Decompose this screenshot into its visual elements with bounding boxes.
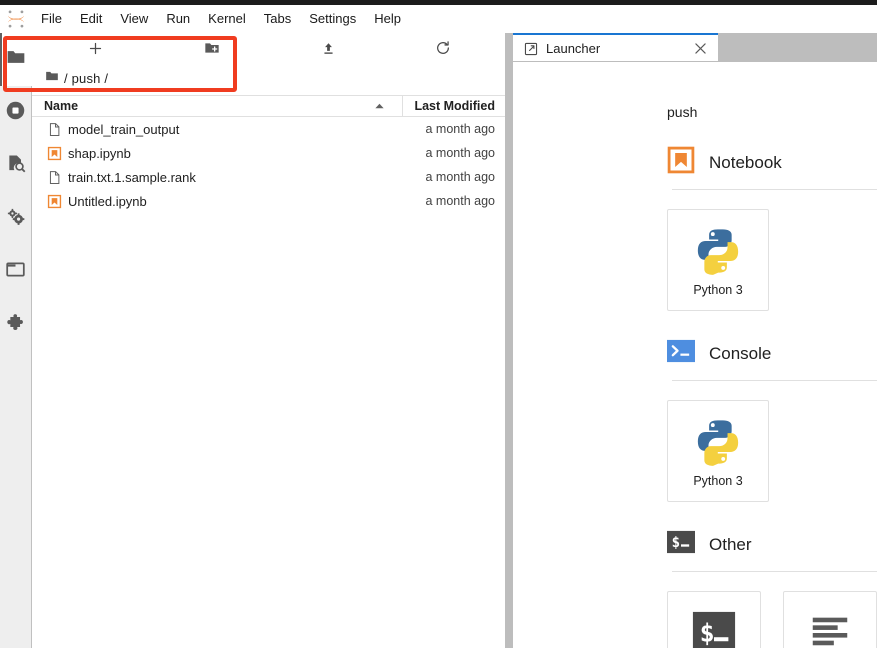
file-modified: a month ago: [425, 122, 496, 136]
column-header-name[interactable]: Name: [44, 99, 78, 113]
file-browser-panel: / push / Name Last Modified model_train_…: [32, 33, 505, 648]
launcher-cwd-title: push: [667, 104, 698, 120]
file-icon: [46, 121, 62, 137]
section-header-notebook: Notebook: [667, 146, 877, 179]
sort-ascending-icon[interactable]: [372, 102, 386, 110]
section-divider: [672, 571, 877, 572]
jupyter-logo-icon: [0, 6, 32, 32]
file-name: shap.ipynb: [68, 145, 131, 161]
text-file-icon: [807, 605, 853, 648]
section-label: Notebook: [709, 152, 782, 172]
launcher-card-notebook-python3[interactable]: Python 3: [667, 209, 769, 311]
main-dock-area: Launcher push Notebook Python 3 Console …: [513, 33, 877, 648]
file-browser-toolbar: [32, 33, 505, 63]
table-row[interactable]: model_train_output a month ago: [32, 117, 505, 141]
file-icon: [46, 169, 62, 185]
sidebar-item-extensions[interactable]: [0, 298, 32, 351]
notebook-card-row: Python 3: [667, 209, 877, 311]
menu-tabs[interactable]: Tabs: [255, 8, 300, 30]
menu-bar: File Edit View Run Kernel Tabs Settings …: [0, 5, 877, 33]
close-icon[interactable]: [692, 41, 708, 57]
gears-icon: [5, 206, 26, 232]
sidebar-item-running[interactable]: [0, 86, 32, 139]
upload-button[interactable]: [311, 34, 345, 62]
console-icon: [667, 337, 695, 370]
sidebar-item-open-tabs[interactable]: [0, 245, 32, 298]
menu-kernel[interactable]: Kernel: [199, 8, 255, 30]
refresh-button[interactable]: [426, 34, 460, 62]
tab-label: Launcher: [546, 41, 601, 56]
section-label: Console: [709, 343, 772, 363]
tab-bar: Launcher: [513, 33, 877, 62]
section-label: Other: [709, 534, 752, 554]
python-icon: [692, 223, 744, 279]
file-modified: a month ago: [425, 194, 496, 208]
file-modified: a month ago: [425, 170, 496, 184]
notebook-icon: [667, 146, 695, 179]
card-label: Python 3: [693, 474, 743, 488]
file-search-icon: [6, 153, 26, 178]
sidebar-item-file-browser[interactable]: [0, 33, 32, 86]
breadcrumb-folder-icon: [45, 69, 59, 88]
section-divider: [672, 380, 877, 381]
terminal-icon: $: [691, 605, 737, 648]
file-name: train.txt.1.sample.rank: [68, 169, 196, 185]
folder-icon: [6, 47, 26, 72]
launcher-card-console-python3[interactable]: Python 3: [667, 400, 769, 502]
menu-help[interactable]: Help: [365, 8, 410, 30]
launcher-icon: [524, 42, 538, 56]
card-label: Python 3: [693, 283, 743, 297]
sidebar-item-kernel-settings[interactable]: [0, 192, 32, 245]
menu-view[interactable]: View: [111, 8, 157, 30]
notebook-icon: [46, 193, 62, 209]
section-header-other: $ Other: [667, 528, 877, 561]
menu-file[interactable]: File: [32, 8, 71, 30]
new-folder-button[interactable]: [195, 34, 229, 62]
table-row[interactable]: shap.ipynb a month ago: [32, 141, 505, 165]
file-name: model_train_output: [68, 121, 180, 137]
table-row[interactable]: Untitled.ipynb a month ago: [32, 189, 505, 213]
file-list: model_train_output a month ago shap.ipyn…: [32, 117, 505, 648]
python-icon: [692, 414, 744, 470]
left-sidebar-rail: [0, 33, 32, 648]
menu-edit[interactable]: Edit: [71, 8, 111, 30]
sidebar-item-search[interactable]: [0, 139, 32, 192]
svg-text:$: $: [700, 619, 715, 648]
panel-splitter[interactable]: [505, 33, 513, 648]
section-divider: [672, 189, 877, 190]
other-card-row: $ Terminal: [667, 591, 877, 648]
menu-run[interactable]: Run: [157, 8, 199, 30]
breadcrumb[interactable]: / push /: [32, 65, 505, 91]
section-header-console: Console: [667, 337, 877, 370]
stop-circle-icon: [5, 100, 26, 126]
svg-text:$: $: [672, 535, 680, 551]
window-icon: [5, 259, 26, 285]
puzzle-icon: [5, 312, 26, 338]
file-name: Untitled.ipynb: [68, 193, 147, 209]
column-header-last-modified[interactable]: Last Modified: [414, 99, 495, 113]
menu-settings[interactable]: Settings: [300, 8, 365, 30]
file-list-column-header: Name Last Modified: [32, 95, 505, 117]
tab-launcher[interactable]: Launcher: [513, 33, 718, 62]
column-divider: [402, 96, 403, 116]
launcher-card-text-file[interactable]: Text File: [783, 591, 877, 648]
console-card-row: Python 3: [667, 400, 877, 502]
notebook-icon: [46, 145, 62, 161]
launcher-card-terminal[interactable]: $ Terminal: [667, 591, 761, 648]
breadcrumb-path: / push /: [64, 70, 109, 86]
new-launcher-button[interactable]: [78, 34, 112, 62]
table-row[interactable]: train.txt.1.sample.rank a month ago: [32, 165, 505, 189]
jupyterlab-window: File Edit View Run Kernel Tabs Settings …: [0, 0, 877, 648]
terminal-icon: $: [667, 528, 695, 561]
file-modified: a month ago: [425, 146, 496, 160]
launcher-panel: push Notebook Python 3 Console Python 3 …: [513, 62, 877, 648]
